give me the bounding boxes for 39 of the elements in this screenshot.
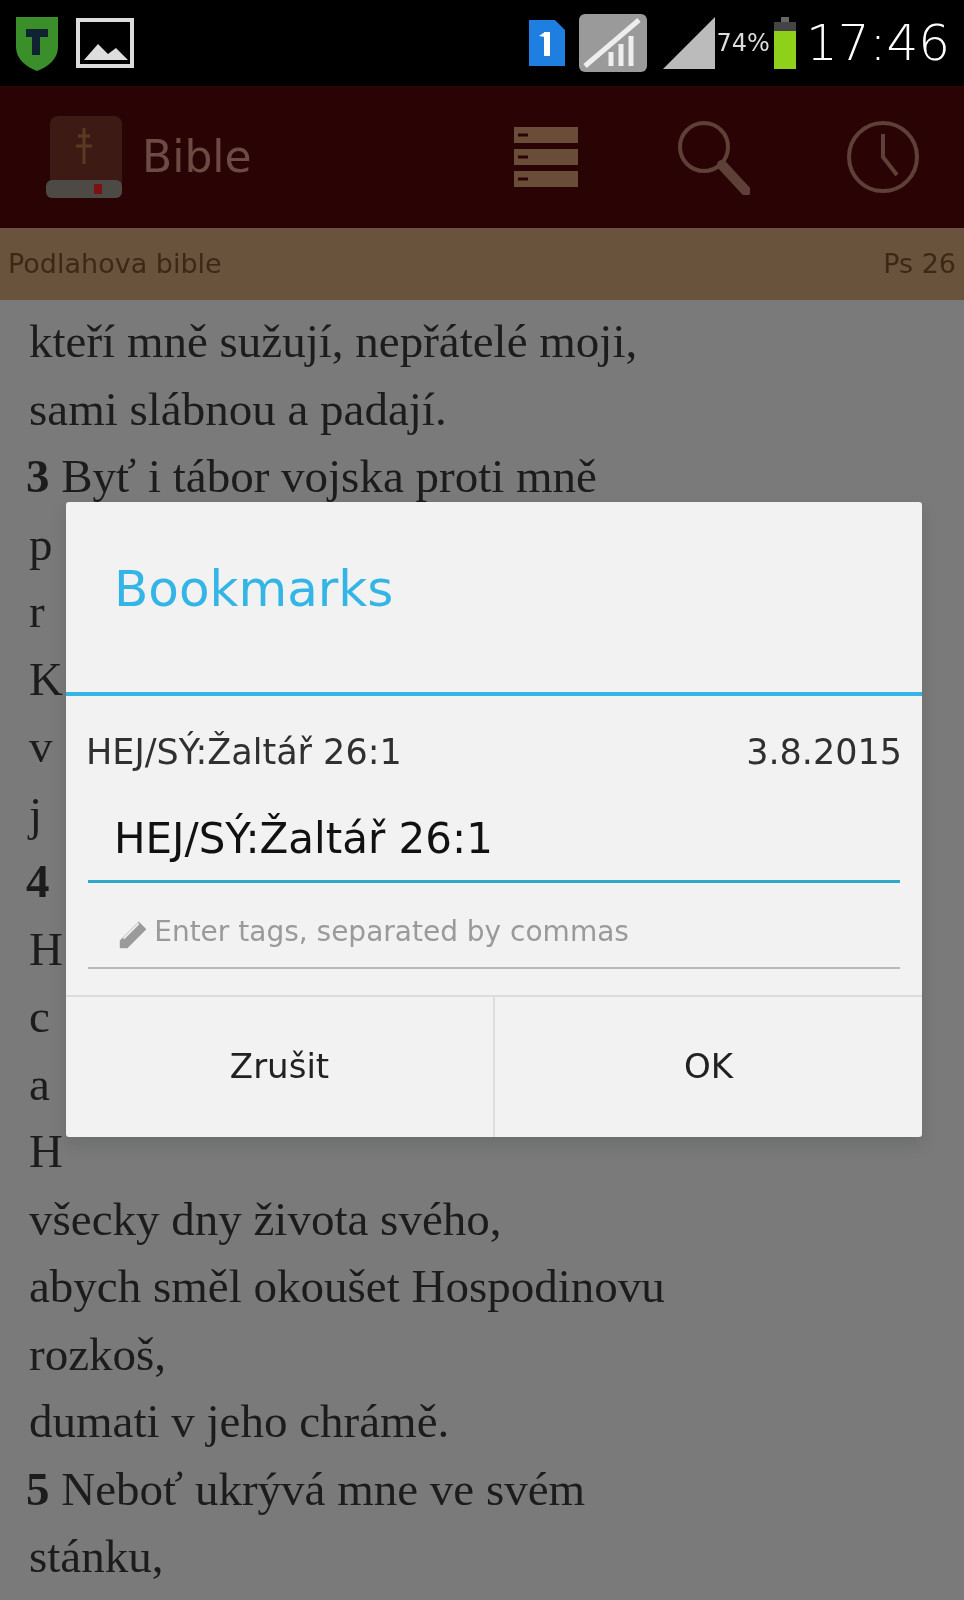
verse-text: H <box>28 921 64 977</box>
verse-text: Neboť ukrývá mne ve svém <box>61 1462 586 1515</box>
verse-text: všecky dny života svého, <box>28 1191 503 1247</box>
cancel-button[interactable]: Zrušit <box>66 996 493 1137</box>
verse-text: rozkoš, <box>28 1326 168 1382</box>
verse-text: dumati v jeho chrámě. <box>28 1394 451 1449</box>
verse-text: j <box>26 786 44 842</box>
verse-text: kteří mně sužují, nepřátelé moji, <box>28 314 639 369</box>
verse-text: sami slábnou a padají. <box>28 381 448 437</box>
tags-field[interactable]: Enter tags, separated by commas <box>154 910 872 953</box>
shield-icon <box>14 15 60 71</box>
list-icon[interactable] <box>514 125 578 189</box>
battery-icon <box>773 17 796 69</box>
clock-icon[interactable] <box>846 120 920 194</box>
verse-text: r <box>28 584 46 639</box>
verse-number: 4 <box>26 855 50 907</box>
bookmark-date: 3.8.2015 <box>746 731 902 774</box>
ok-button[interactable]: OK <box>493 996 922 1137</box>
picture-icon <box>76 18 134 68</box>
battery-percent: 74% <box>716 28 770 59</box>
verse-text: v <box>28 719 54 774</box>
name-field[interactable]: HEJ/SÝ:Žaltář 26:1 <box>88 798 900 883</box>
verse-number: 5 <box>26 1462 50 1515</box>
verse-text: stánku, <box>28 1529 165 1584</box>
dialog-title: Bookmarks <box>66 502 922 696</box>
signal-off-icon <box>576 12 649 74</box>
verse-text: a <box>28 1056 51 1112</box>
sim-card-icon <box>526 18 567 68</box>
verse-text: K <box>28 651 64 707</box>
verse-text: c <box>28 989 51 1044</box>
verse-text: p <box>28 516 54 572</box>
search-icon[interactable] <box>676 119 750 195</box>
bookmark-reference: HEJ/SÝ:Žaltář 26:1 <box>86 730 402 774</box>
verse-text: H <box>28 1124 64 1179</box>
verse-text: Byť i tábor vojska proti mně <box>61 450 597 502</box>
verse-text: abych směl okoušet Hospodinovu <box>28 1259 666 1314</box>
clock-time: 17:46 <box>805 12 950 74</box>
app-title: Bible <box>142 130 252 184</box>
verse-number: 3 <box>26 450 50 502</box>
